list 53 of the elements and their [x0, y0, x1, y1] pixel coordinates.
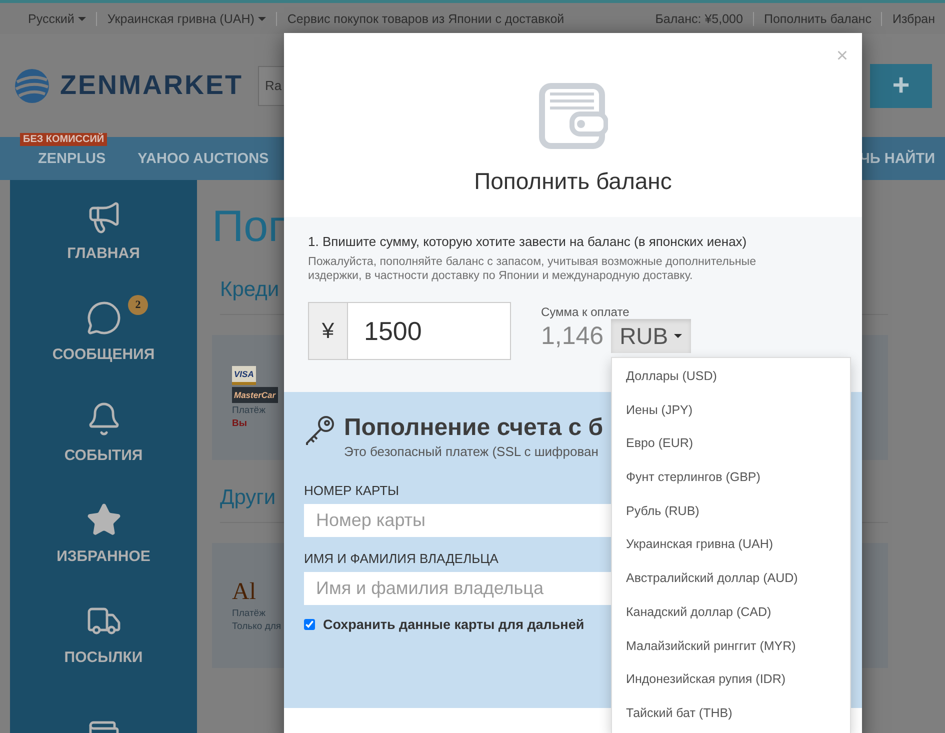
nav-link[interactable]: YAHOO AUCTIONS — [138, 150, 269, 166]
menu-item[interactable]: Индонезийская рупия (IDR) — [612, 663, 850, 697]
caret-icon — [674, 334, 682, 338]
card-logo: VISA — [232, 366, 256, 385]
menu-item[interactable]: Иены (JPY) — [612, 394, 850, 428]
instruction-text: 1. Впишите сумму, которую хотите завести на баланс (в японских иенах) — [308, 234, 748, 249]
modal-title: Пополнить баланс — [474, 168, 672, 195]
nav-link[interactable]: ZENPLUS — [38, 150, 106, 166]
card-text: Только для — [232, 621, 282, 632]
sidebar-label: СОБЫТИЯ — [64, 447, 143, 464]
card-section-title: Пополнение счета с б — [344, 414, 604, 442]
count-badge: 2 — [128, 295, 148, 315]
promo-badge: БЕЗ КОМИССИЙ — [20, 133, 108, 146]
currency-selector[interactable]: Украинская гривна (UAH) — [96, 12, 276, 26]
card-text: Платёж — [232, 608, 266, 619]
sidebar-item[interactable]: СООБЩЕНИЯ 2 — [10, 281, 197, 382]
total-amount: 1,146 — [541, 322, 604, 350]
chat-bubble-icon — [86, 300, 122, 336]
card-section-subtitle: Это безопасный платеж (SSL с шифрован — [344, 444, 600, 459]
top-link[interactable]: Избран — [881, 12, 945, 26]
sidebar-label: ПОСЫЛКИ — [64, 649, 143, 666]
card-text: Платёж — [232, 405, 266, 416]
wallet-icon — [538, 82, 608, 150]
top-link[interactable]: Пополнить баланс — [752, 12, 882, 26]
field-label: НОМЕР КАРТЫ — [304, 483, 400, 498]
card-logo: MasterCar — [232, 387, 278, 403]
payment-logo: Al — [232, 579, 256, 606]
currency-dropdown[interactable]: RUB — [610, 319, 692, 353]
sidebar-label: ИЗБРАННОЕ — [56, 548, 150, 565]
balance-text: Баланс: ¥5,000 — [654, 12, 744, 26]
tagline: Сервис покупок товаров из Японии с доставкой — [276, 12, 574, 26]
menu-item[interactable]: Тайский бат (THB) — [612, 696, 850, 731]
save-card-checkbox[interactable] — [304, 619, 315, 630]
menu-item[interactable]: Малайзийский ринггит (MYR) — [612, 630, 850, 664]
sidebar-item[interactable]: ИЗБРАННОЕ — [10, 483, 197, 584]
key-icon — [304, 414, 336, 446]
field-label: ИМЯ И ФАМИЛИЯ ВЛАДЕЛЬЦА — [304, 551, 500, 566]
language-selector[interactable]: Русский — [28, 12, 96, 26]
caret-icon — [258, 16, 266, 20]
menu-item[interactable]: Доллары (USD) — [612, 360, 850, 394]
logo-text: ZENMARKET — [60, 70, 243, 101]
sidebar-item[interactable]: СОБЫТИЯ — [10, 382, 197, 483]
card-text: Вы — [232, 418, 247, 429]
menu-item[interactable]: Евро (EUR) — [612, 427, 850, 462]
caret-icon — [78, 16, 86, 20]
star-icon — [86, 502, 122, 538]
sidebar-label: ГЛАВНАЯ — [67, 245, 140, 262]
amount-field[interactable]: ¥ 1500 — [308, 302, 511, 360]
sidebar-label: СООБЩЕНИЯ — [52, 346, 155, 363]
checkbox-label: Сохранить данные карты для дальней — [323, 617, 584, 632]
sidebar-item[interactable]: ГЛАВНАЯ — [10, 180, 197, 281]
sidebar-item[interactable]: ПОСЫЛКИ — [10, 584, 197, 685]
add-button[interactable]: + — [870, 64, 932, 108]
